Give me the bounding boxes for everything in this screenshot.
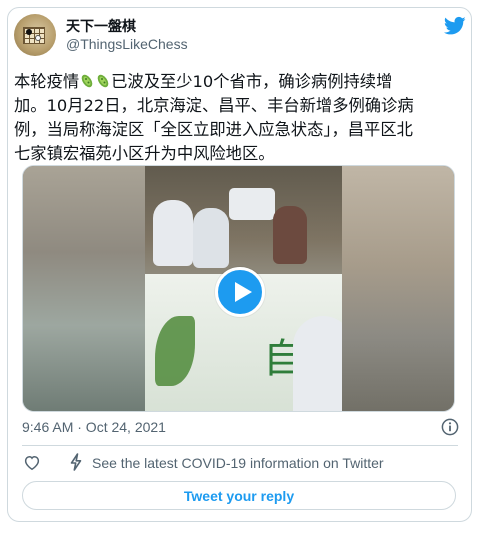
hazmat-worker-graphic (193, 208, 229, 268)
user-handle[interactable]: @ThingsLikeChess (66, 36, 188, 52)
covid-info-link[interactable]: See the latest COVID-19 information on T… (92, 455, 384, 471)
microbe-icon (81, 74, 93, 88)
tweet-header: 天下一盤棋 @ThingsLikeChess (14, 14, 466, 58)
twitter-logo-icon[interactable] (444, 16, 466, 36)
tweet-text: 本轮疫情 已波及至少10个省市，确诊病例持续增 加。10月22日，北京海淀、昌平、… (14, 70, 454, 166)
microbe-icon (97, 74, 109, 88)
divider (22, 445, 458, 446)
avatar[interactable] (14, 14, 56, 56)
vehicle-graphic (229, 188, 275, 220)
video-blur-right (342, 166, 454, 411)
person-graphic (273, 206, 307, 264)
tweet-line: 七家镇宏福苑小区升为中风险地区。 (14, 144, 275, 163)
tweet-line: 加。10月22日，北京海淀、昌平、丰台新增多例确诊病 (14, 96, 414, 115)
heart-icon[interactable] (23, 454, 41, 471)
video-blur-left (23, 166, 145, 411)
bolt-icon (70, 453, 82, 471)
tweet-reply-button[interactable]: Tweet your reply (22, 481, 456, 510)
tweet-text-segment: 已波及至少10个省市，确诊病例持续增 (111, 72, 393, 91)
play-button[interactable] (215, 267, 265, 317)
tweet-timestamp[interactable]: 9:46 AM · Oct 24, 2021 (22, 419, 166, 435)
play-icon (235, 282, 252, 302)
info-icon[interactable] (441, 418, 459, 436)
hazmat-worker-graphic (153, 200, 193, 266)
tweet-line: 例，当局称海淀区「全区立即进入应急状态」，昌平区北 (14, 120, 413, 139)
black-stone (26, 29, 32, 35)
display-name[interactable]: 天下一盤棋 (66, 16, 136, 36)
tweet-text-segment: 本轮疫情 (14, 72, 80, 91)
white-stone (35, 35, 41, 41)
tweet-line: 本轮疫情 已波及至少10个省市，确诊病例持续增 (14, 70, 454, 94)
